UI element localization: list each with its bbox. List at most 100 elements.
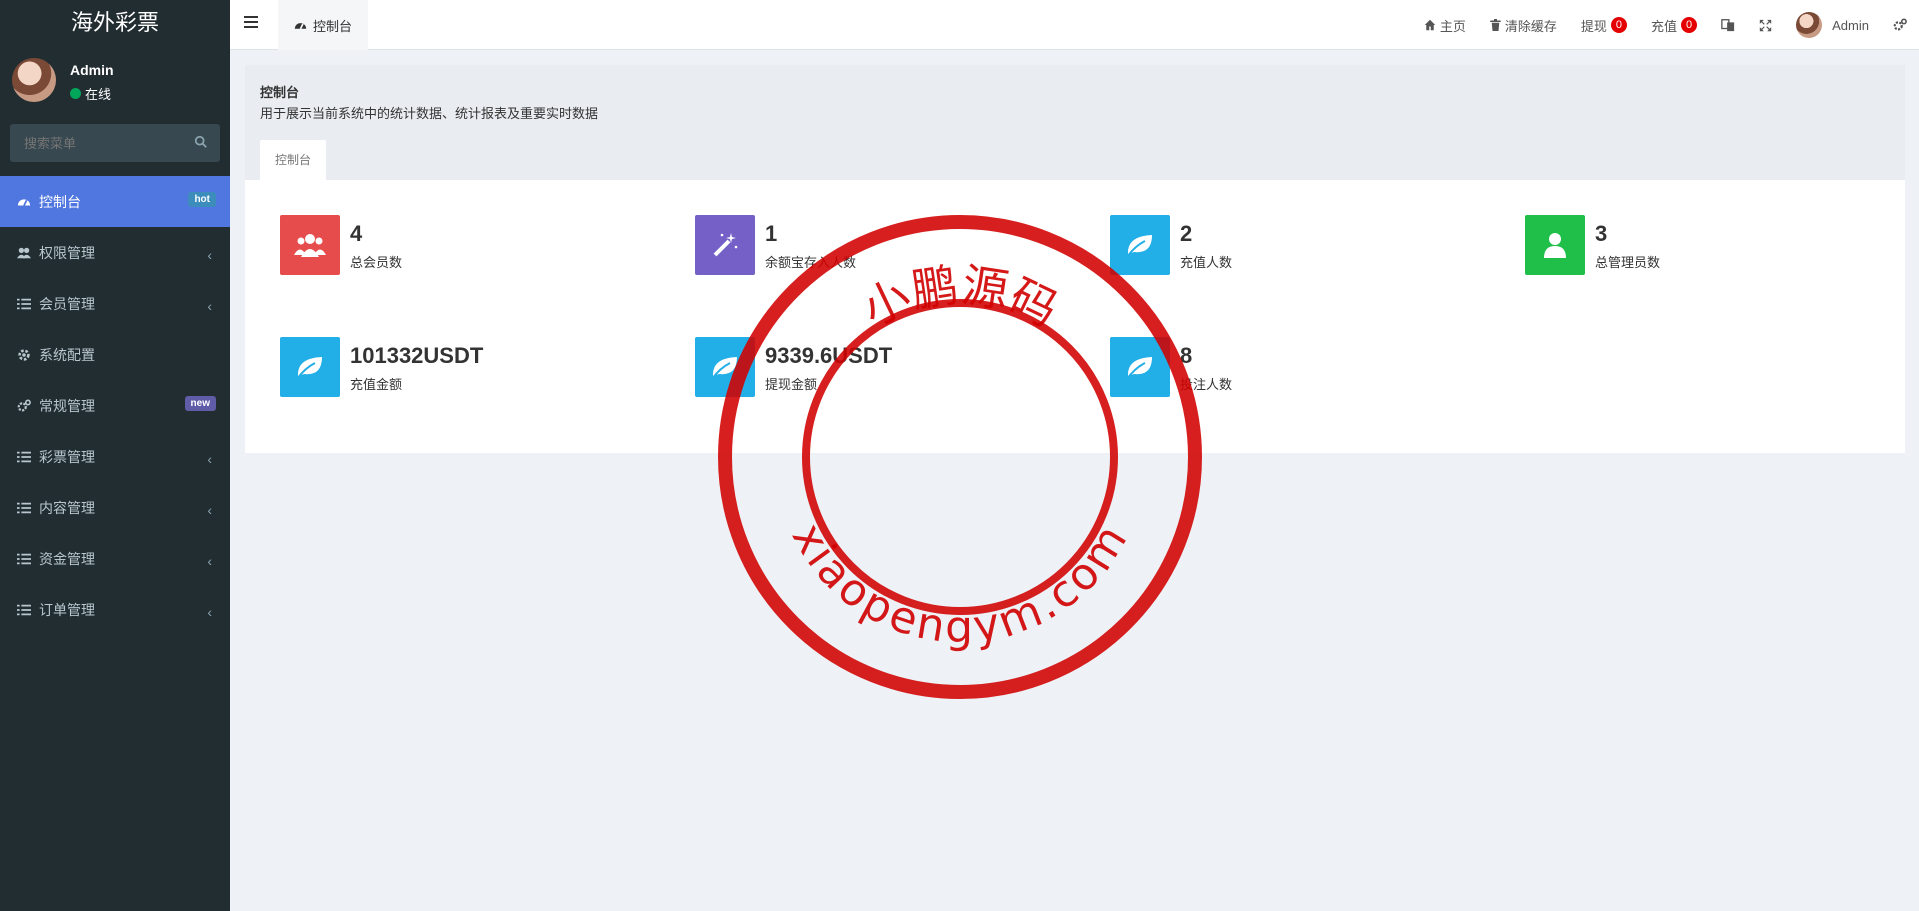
user-status-label: 在线 [85,87,112,102]
gear-icon [17,348,31,362]
menu-toggle-icon[interactable] [244,16,258,28]
sidebar-menu: 控制台 hot 权限管理 ‹ 会员管理 ‹ 系统配置 常规管理 new 彩票管理… [0,176,230,635]
sidebar: 海外彩票 Admin 在线 控制台 hot 权限管理 ‹ 会员管理 ‹ 系统 [0,0,230,911]
withdraw-count-badge: 0 [1610,17,1627,33]
sidebar-item-label: 常规管理 [39,397,95,414]
chevron-left-icon: ‹ [207,247,212,263]
tab-label: 控制台 [313,18,353,34]
stat-icon-box [280,337,340,397]
list-icon [17,552,31,566]
dashboard-icon [294,22,307,29]
navbar-right: 主页 清除缓存 提现 0 充值 0 Admin [1412,0,1919,50]
stat-label: 总管理员数 [1595,255,1661,270]
stat-betting-users: 8 投注人数 [1110,337,1510,397]
sidebar-item-label: 会员管理 [39,295,95,312]
stat-recharge-users: 2 充值人数 [1110,215,1510,275]
language-icon [1721,19,1735,32]
stat-total-admins: 3 总管理员数 [1525,215,1919,275]
stat-label: 充值金额 [350,377,403,392]
user-name: Admin [70,62,114,78]
sidebar-item-members[interactable]: 会员管理 ‹ [0,278,230,329]
language-button[interactable] [1709,0,1747,50]
chevron-left-icon: ‹ [207,451,212,467]
stat-icon-box [695,215,755,275]
home-label: 主页 [1439,18,1466,34]
watermark-bottom-text: xiaopengym.com [782,514,1139,653]
page-title: 控制台 [260,85,300,100]
stat-value: 101332USDT [350,343,484,368]
stat-label: 提现金额 [765,377,818,392]
withdraw-notification[interactable]: 提现 0 [1569,0,1639,50]
sidebar-item-label: 系统配置 [39,346,95,363]
stat-recharge-amount: 101332USDT 充值金额 [280,337,680,397]
user-avatar [12,58,56,102]
sidebar-item-lottery[interactable]: 彩票管理 ‹ [0,431,230,482]
fullscreen-button[interactable] [1747,0,1784,50]
sidebar-item-label: 彩票管理 [39,448,95,465]
settings-button[interactable] [1881,0,1919,50]
list-icon [17,450,31,464]
sidebar-item-dashboard[interactable]: 控制台 hot [0,176,230,227]
stat-yuebao-depositors: 1 余额宝存入人数 [695,215,1095,275]
users-icon [17,246,31,260]
recharge-label: 充值 [1651,18,1678,34]
tab-dashboard[interactable]: 控制台 [278,0,369,50]
chevron-left-icon: ‹ [207,604,212,620]
stat-value: 4 [350,221,363,246]
stat-icon-box [1110,337,1170,397]
magic-icon [713,233,738,257]
cogs-icon [1893,18,1907,31]
leaf-icon [1126,357,1152,380]
sidebar-item-general[interactable]: 常规管理 new [0,380,230,431]
top-navbar: 控制台 主页 清除缓存 提现 0 充值 0 Admin [230,0,1919,50]
stat-value: 1 [765,221,778,246]
sidebar-item-funds[interactable]: 资金管理 ‹ [0,533,230,584]
sidebar-item-label: 内容管理 [39,499,95,516]
list-icon [17,603,31,617]
stat-label: 投注人数 [1180,377,1233,392]
stat-icon-box [280,215,340,275]
sidebar-item-system-config[interactable]: 系统配置 [0,329,230,380]
new-badge: new [184,396,216,411]
search-icon[interactable] [194,135,208,149]
stat-value: 8 [1180,343,1193,368]
user-status: 在线 [70,84,111,103]
stats-panel: 4 总会员数 1 余额宝存入人数 2 充值人数 3 总管理员数 101332US… [245,180,1905,453]
stat-value: 9339.6USDT [765,343,893,368]
user-icon [1544,233,1566,258]
chevron-left-icon: ‹ [207,298,212,314]
content-header: 控制台 用于展示当前系统中的统计数据、统计报表及重要实时数据 控制台 [245,65,1905,180]
user-menu[interactable]: Admin [1784,0,1881,50]
stat-value: 2 [1180,221,1193,246]
tab-dashboard-content[interactable]: 控制台 [260,140,327,180]
recharge-count-badge: 0 [1681,17,1698,33]
home-icon [1424,19,1436,31]
menu-search-input[interactable] [10,124,220,162]
home-link[interactable]: 主页 [1412,0,1478,50]
leaf-icon [711,357,737,380]
stat-total-members: 4 总会员数 [280,215,680,275]
sidebar-item-content[interactable]: 内容管理 ‹ [0,482,230,533]
chevron-left-icon: ‹ [207,502,212,518]
sidebar-item-orders[interactable]: 订单管理 ‹ [0,584,230,635]
sidebar-item-label: 资金管理 [39,550,95,567]
sidebar-item-label: 控制台 [39,193,81,210]
trash-icon [1490,19,1501,31]
app-logo[interactable]: 海外彩票 [0,0,230,50]
fullscreen-icon [1759,19,1772,31]
hot-badge: hot [188,192,216,207]
stat-withdraw-amount: 9339.6USDT 提现金额 [695,337,1095,397]
sidebar-item-permissions[interactable]: 权限管理 ‹ [0,227,230,278]
menu-search [10,124,220,162]
sidebar-item-label: 权限管理 [39,244,95,261]
list-icon [17,501,31,515]
stat-icon-box [1525,215,1585,275]
stat-label: 余额宝存入人数 [765,255,857,270]
online-status-icon [70,88,81,99]
clear-cache-label: 清除缓存 [1504,18,1557,34]
dashboard-icon [17,195,31,209]
clear-cache-button[interactable]: 清除缓存 [1478,0,1569,50]
stat-icon-box [695,337,755,397]
recharge-notification[interactable]: 充值 0 [1639,0,1709,50]
stat-value: 3 [1595,221,1608,246]
